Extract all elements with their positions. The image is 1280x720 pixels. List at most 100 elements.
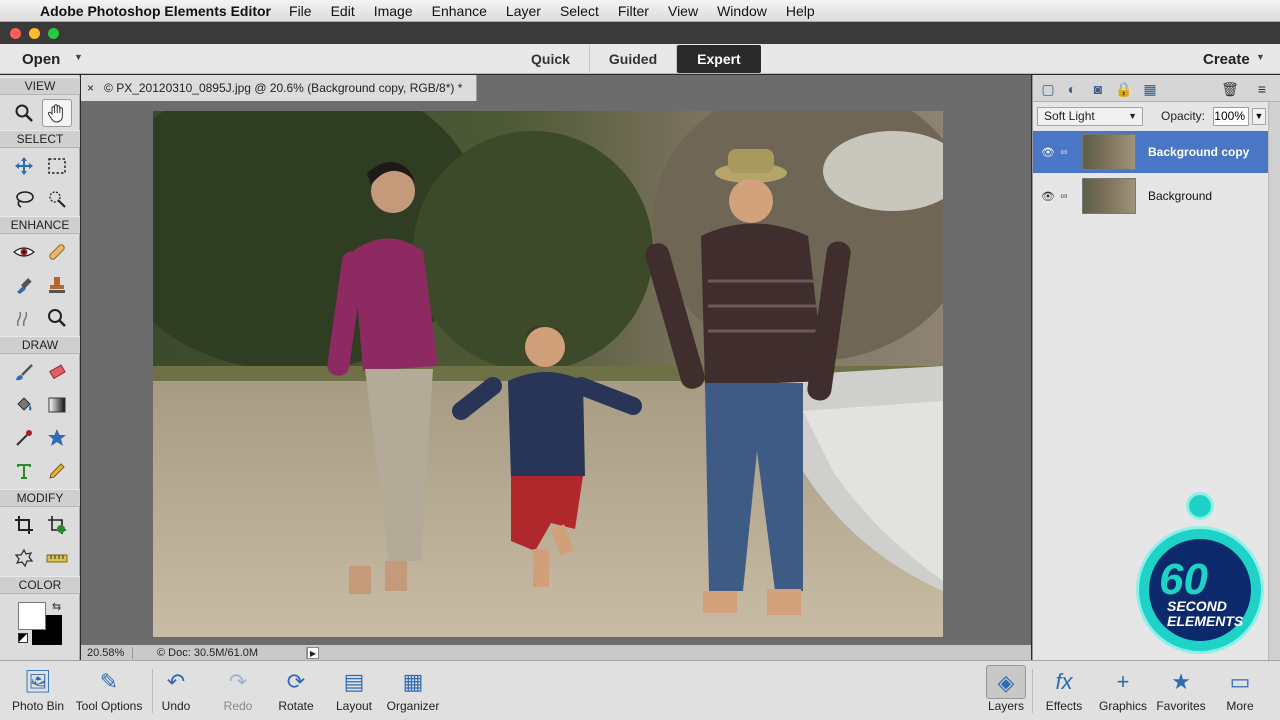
red-eye-tool-icon[interactable] — [9, 238, 39, 266]
visibility-eye-icon[interactable]: 👁 — [1033, 190, 1055, 203]
tool-options-button[interactable]: ✎ Tool Options — [70, 665, 148, 713]
document-tab[interactable]: × © PX_20120310_0895J.jpg @ 20.6% (Backg… — [81, 75, 477, 101]
more-button[interactable]: ▭ More — [1220, 665, 1260, 713]
clone-stamp-tool-icon[interactable] — [42, 271, 72, 299]
organizer-button[interactable]: ▦ Organizer — [384, 665, 442, 713]
zoom-window-button[interactable] — [48, 27, 59, 39]
add-mask-icon[interactable]: ◙ — [1089, 80, 1107, 98]
layer-name[interactable]: Background — [1148, 189, 1212, 203]
lock-all-icon[interactable]: 🔒 — [1115, 80, 1133, 98]
create-dropdown-icon[interactable]: ▼ — [1256, 52, 1265, 62]
crop-tool-icon[interactable] — [9, 511, 39, 539]
section-color: COLOR — [0, 576, 80, 594]
type-tool-icon[interactable] — [9, 457, 39, 485]
taskbar-divider — [1032, 669, 1033, 713]
menu-image[interactable]: Image — [374, 3, 413, 19]
opacity-input[interactable]: 100% — [1213, 107, 1249, 126]
menu-view[interactable]: View — [668, 3, 698, 19]
app-name-menu[interactable]: Adobe Photoshop Elements Editor — [40, 3, 271, 19]
undo-button[interactable]: ↶ Undo — [158, 665, 194, 713]
close-document-icon[interactable]: × — [87, 81, 94, 95]
smart-brush-tool-icon[interactable] — [9, 271, 39, 299]
paint-bucket-tool-icon[interactable] — [9, 391, 39, 419]
layer-row-background[interactable]: 👁 ∞ Background — [1033, 175, 1269, 217]
pencil-tool-icon[interactable] — [42, 457, 72, 485]
document-tab-title: © PX_20120310_0895J.jpg @ 20.6% (Backgro… — [104, 81, 463, 95]
tab-quick[interactable]: Quick — [512, 45, 590, 73]
tab-guided[interactable]: Guided — [590, 45, 678, 73]
minimize-window-button[interactable] — [29, 27, 40, 39]
zoom-level[interactable]: 20.58% — [81, 646, 133, 659]
favorites-button[interactable]: ★ Favorites — [1154, 665, 1208, 713]
swap-colors-icon[interactable]: ⇆ — [52, 600, 61, 613]
menu-bar: Adobe Photoshop Elements Editor File Edi… — [0, 0, 1280, 22]
blur-tool-icon[interactable] — [9, 304, 39, 332]
open-button[interactable]: Open — [22, 51, 60, 68]
gradient-tool-icon[interactable] — [42, 391, 72, 419]
blend-mode-select[interactable]: Soft Light ▼ — [1037, 107, 1143, 126]
section-select: SELECT — [0, 130, 80, 148]
recompose-tool-icon[interactable] — [42, 511, 72, 539]
opacity-label: Opacity: — [1161, 109, 1206, 123]
quick-selection-tool-icon[interactable] — [42, 185, 72, 213]
eraser-tool-icon[interactable] — [42, 358, 72, 386]
redo-button[interactable]: ↷ Redo — [220, 665, 256, 713]
task-bar: 🖼 Photo Bin ✎ Tool Options ↶ Undo ↷ Redo… — [0, 660, 1280, 720]
menu-edit[interactable]: Edit — [331, 3, 355, 19]
custom-shape-tool-icon[interactable] — [42, 424, 72, 452]
brush-tool-icon[interactable] — [9, 358, 39, 386]
content-aware-move-tool-icon[interactable] — [9, 544, 39, 572]
taskbar-divider — [152, 669, 153, 713]
default-colors-icon[interactable] — [18, 633, 28, 643]
layer-row-background-copy[interactable]: 👁 ∞ Background copy — [1033, 131, 1269, 173]
favorites-star-icon: ★ — [1171, 669, 1191, 694]
new-adjustment-layer-icon[interactable]: ◐ — [1063, 80, 1081, 98]
lasso-tool-icon[interactable] — [9, 185, 39, 213]
rotate-button[interactable]: ⟳ Rotate — [276, 665, 316, 713]
menu-filter[interactable]: Filter — [618, 3, 649, 19]
link-icon[interactable]: ∞ — [1055, 147, 1073, 158]
hand-tool-icon[interactable] — [42, 99, 72, 127]
layer-name[interactable]: Background copy — [1148, 145, 1249, 159]
panel-menu-icon[interactable]: ≡ — [1253, 80, 1271, 98]
tab-expert[interactable]: Expert — [677, 45, 761, 73]
layers-scrollbar[interactable] — [1268, 102, 1280, 660]
eyedropper-tool-icon[interactable] — [9, 424, 39, 452]
opacity-dropdown-icon[interactable]: ▼ — [1252, 108, 1266, 125]
lock-transparency-icon[interactable]: ▦ — [1141, 80, 1159, 98]
close-window-button[interactable] — [10, 27, 21, 39]
menu-layer[interactable]: Layer — [506, 3, 541, 19]
delete-layer-icon[interactable]: 🗑 — [1221, 80, 1239, 98]
menu-window[interactable]: Window — [717, 3, 767, 19]
layout-button[interactable]: ▤ Layout — [334, 665, 374, 713]
tool-options-icon: ✎ — [99, 669, 119, 694]
straighten-tool-icon[interactable] — [42, 544, 72, 572]
photo-bin-button[interactable]: 🖼 Photo Bin — [10, 665, 66, 713]
sponge-tool-icon[interactable] — [42, 304, 72, 332]
layers-panel-button[interactable]: ◈ Layers — [986, 665, 1026, 713]
foreground-color-swatch[interactable] — [18, 602, 46, 630]
menu-help[interactable]: Help — [786, 3, 815, 19]
organizer-icon: ▦ — [402, 669, 424, 694]
section-enhance: ENHANCE — [0, 216, 80, 234]
zoom-tool-icon[interactable] — [9, 99, 39, 127]
document-canvas-photo[interactable] — [153, 111, 943, 637]
section-view: VIEW — [0, 77, 80, 95]
photoshop-elements-window: Adobe Photoshop Elements Editor File Edi… — [0, 0, 1280, 720]
new-layer-icon[interactable]: ▢ — [1039, 80, 1057, 98]
menu-file[interactable]: File — [289, 3, 312, 19]
create-button[interactable]: Create — [1203, 51, 1250, 68]
open-dropdown-icon[interactable]: ▼ — [74, 52, 83, 62]
layers-icon: ◈ — [986, 665, 1026, 699]
graphics-button[interactable]: + Graphics — [1098, 665, 1148, 713]
effects-button[interactable]: fx Effects — [1044, 665, 1084, 713]
menu-enhance[interactable]: Enhance — [432, 3, 487, 19]
move-tool-icon[interactable] — [9, 152, 39, 180]
link-icon[interactable]: ∞ — [1055, 191, 1073, 202]
marquee-tool-icon[interactable] — [42, 152, 72, 180]
window-title-bar — [0, 22, 1280, 44]
spot-healing-tool-icon[interactable] — [42, 238, 72, 266]
menu-select[interactable]: Select — [560, 3, 599, 19]
visibility-eye-icon[interactable]: 👁 — [1033, 146, 1055, 159]
status-menu-arrow-icon[interactable]: ▶ — [307, 646, 319, 659]
